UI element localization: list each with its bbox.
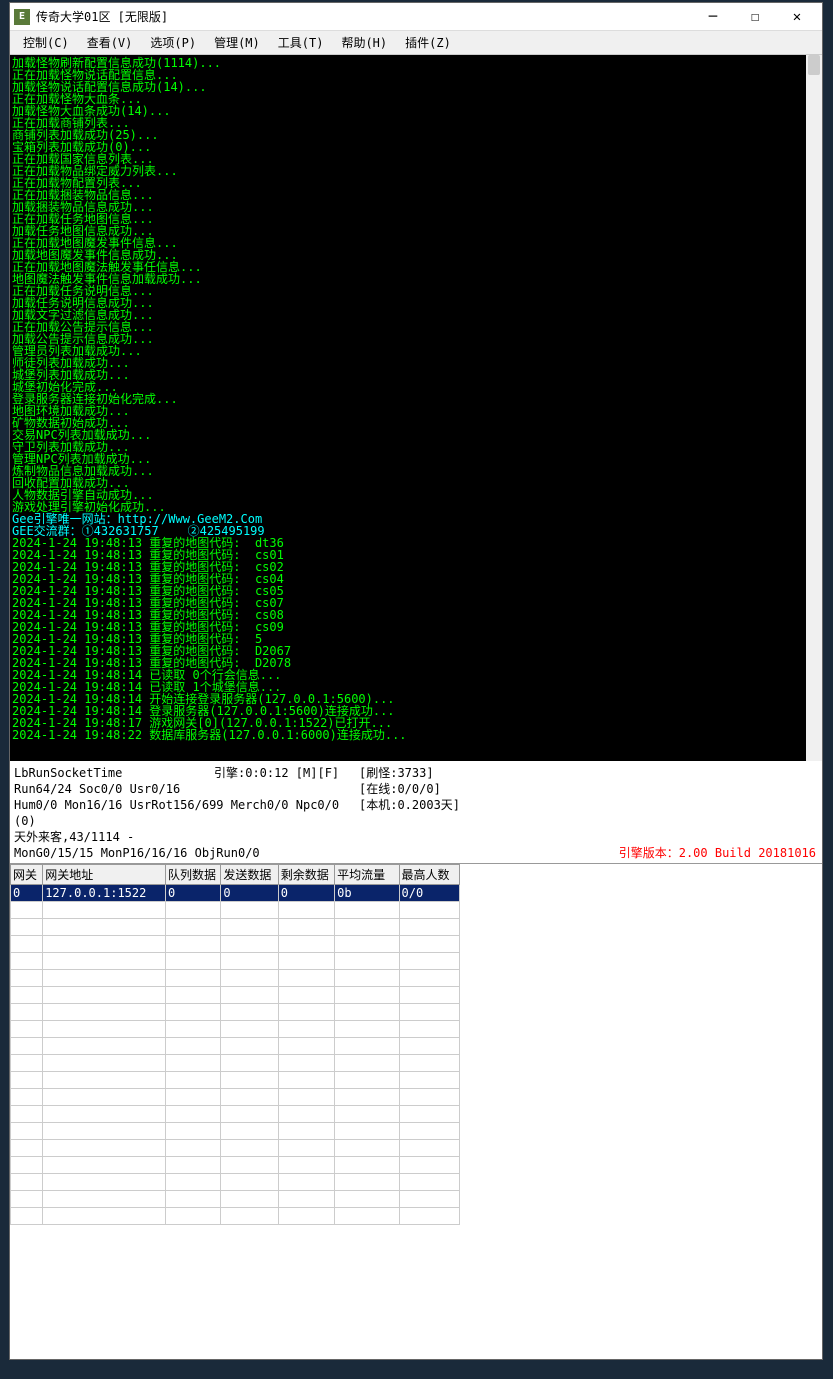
status-online: [在线:0/0/0] <box>359 781 441 797</box>
table-row[interactable]: 0127.0.0.1:15220000b0/0 <box>11 885 460 902</box>
table-row[interactable] <box>11 1123 460 1140</box>
cell-avg: 0b <box>335 885 399 902</box>
table-row[interactable] <box>11 1038 460 1055</box>
close-button[interactable]: ✕ <box>776 4 818 30</box>
scrollbar-thumb[interactable] <box>808 55 820 75</box>
menu-control[interactable]: 控制(C) <box>14 31 78 54</box>
status-visitor: 天外来客,43/1114 - <box>14 829 134 845</box>
console-line: 加载怪物大血条成功(14)... <box>12 105 822 117</box>
cell-address: 127.0.0.1:1522 <box>43 885 166 902</box>
gateway-table[interactable]: 网关 网关地址 队列数据 发送数据 剩余数据 平均流量 最高人数 0127.0.… <box>10 864 460 1225</box>
cell-send: 0 <box>221 885 278 902</box>
table-row[interactable] <box>11 953 460 970</box>
app-icon: E <box>14 9 30 25</box>
console-line: 城堡列表加载成功... <box>12 369 822 381</box>
status-run-info: Run64/24 Soc0/0 Usr0/16 <box>14 781 359 797</box>
table-row[interactable] <box>11 902 460 919</box>
table-row[interactable] <box>11 1157 460 1174</box>
status-monster-refresh: [刷怪:3733] <box>359 765 434 781</box>
console-line: 2024-1-24 19:48:22 数据库服务器(127.0.0.1:6000… <box>12 729 822 741</box>
table-row[interactable] <box>11 1072 460 1089</box>
cell-remain: 0 <box>278 885 334 902</box>
table-row[interactable] <box>11 1174 460 1191</box>
col-address[interactable]: 网关地址 <box>43 865 166 885</box>
table-row[interactable] <box>11 970 460 987</box>
menu-plugins[interactable]: 插件(Z) <box>396 31 460 54</box>
table-row[interactable] <box>11 1191 460 1208</box>
cell-gateway: 0 <box>11 885 43 902</box>
console-line: 师徒列表加载成功... <box>12 357 822 369</box>
table-row[interactable] <box>11 987 460 1004</box>
titlebar[interactable]: E 传奇大学01区 [无限版] ─ ☐ ✕ <box>10 3 822 31</box>
console-scrollbar[interactable] <box>806 55 822 761</box>
table-row[interactable] <box>11 1140 460 1157</box>
table-row[interactable] <box>11 936 460 953</box>
menubar: 控制(C) 查看(V) 选项(P) 管理(M) 工具(T) 帮助(H) 插件(Z… <box>10 31 822 55</box>
cell-queue: 0 <box>166 885 221 902</box>
gateway-table-wrap: 网关 网关地址 队列数据 发送数据 剩余数据 平均流量 最高人数 0127.0.… <box>10 863 822 1225</box>
menu-help[interactable]: 帮助(H) <box>332 31 396 54</box>
col-queue[interactable]: 队列数据 <box>166 865 221 885</box>
menu-view[interactable]: 查看(V) <box>78 31 142 54</box>
table-row[interactable] <box>11 1106 460 1123</box>
minimize-button[interactable]: ─ <box>692 4 734 30</box>
engine-version: 引擎版本：2.00 Build 20181016 <box>619 845 816 861</box>
console-line: 地图环境加载成功... <box>12 405 822 417</box>
console-line: 管理员列表加载成功... <box>12 345 822 357</box>
menu-manage[interactable]: 管理(M) <box>205 31 269 54</box>
table-header-row: 网关 网关地址 队列数据 发送数据 剩余数据 平均流量 最高人数 <box>11 865 460 885</box>
maximize-button[interactable]: ☐ <box>734 4 776 30</box>
table-row[interactable] <box>11 1089 460 1106</box>
table-row[interactable] <box>11 1055 460 1072</box>
status-engine-time: 引擎:0:0:12 [M][F] <box>214 765 359 781</box>
status-hum-mon: Hum0/0 Mon16/16 UsrRot156/699 Merch0/0 N… <box>14 797 359 829</box>
col-max[interactable]: 最高人数 <box>399 865 459 885</box>
cell-max: 0/0 <box>399 885 459 902</box>
table-row[interactable] <box>11 1004 460 1021</box>
status-local-time: [本机:0.2003天] <box>359 797 460 829</box>
status-socket-time: LbRunSocketTime <box>14 765 214 781</box>
table-row[interactable] <box>11 1021 460 1038</box>
col-send[interactable]: 发送数据 <box>221 865 278 885</box>
col-gateway[interactable]: 网关 <box>11 865 43 885</box>
app-window: E 传奇大学01区 [无限版] ─ ☐ ✕ 控制(C) 查看(V) 选项(P) … <box>9 2 823 1360</box>
col-avg[interactable]: 平均流量 <box>335 865 399 885</box>
window-title: 传奇大学01区 [无限版] <box>36 8 692 25</box>
table-row[interactable] <box>11 1208 460 1225</box>
console-line: 交易NPC列表加载成功... <box>12 429 822 441</box>
console-line: 登录服务器连接初始化完成... <box>12 393 822 405</box>
menu-tools[interactable]: 工具(T) <box>269 31 333 54</box>
col-remain[interactable]: 剩余数据 <box>278 865 334 885</box>
console-line: 炼制物品信息加载成功... <box>12 465 822 477</box>
console-output[interactable]: 加载怪物刷新配置信息成功(1114)...正在加载怪物说话配置信息...加载怪物… <box>10 55 822 761</box>
menu-options[interactable]: 选项(P) <box>141 31 205 54</box>
status-panel: LbRunSocketTime 引擎:0:0:12 [M][F] [刷怪:373… <box>10 761 822 863</box>
table-row[interactable] <box>11 919 460 936</box>
status-mong: MonG0/15/15 MonP16/16/16 ObjRun0/0 <box>14 845 260 861</box>
